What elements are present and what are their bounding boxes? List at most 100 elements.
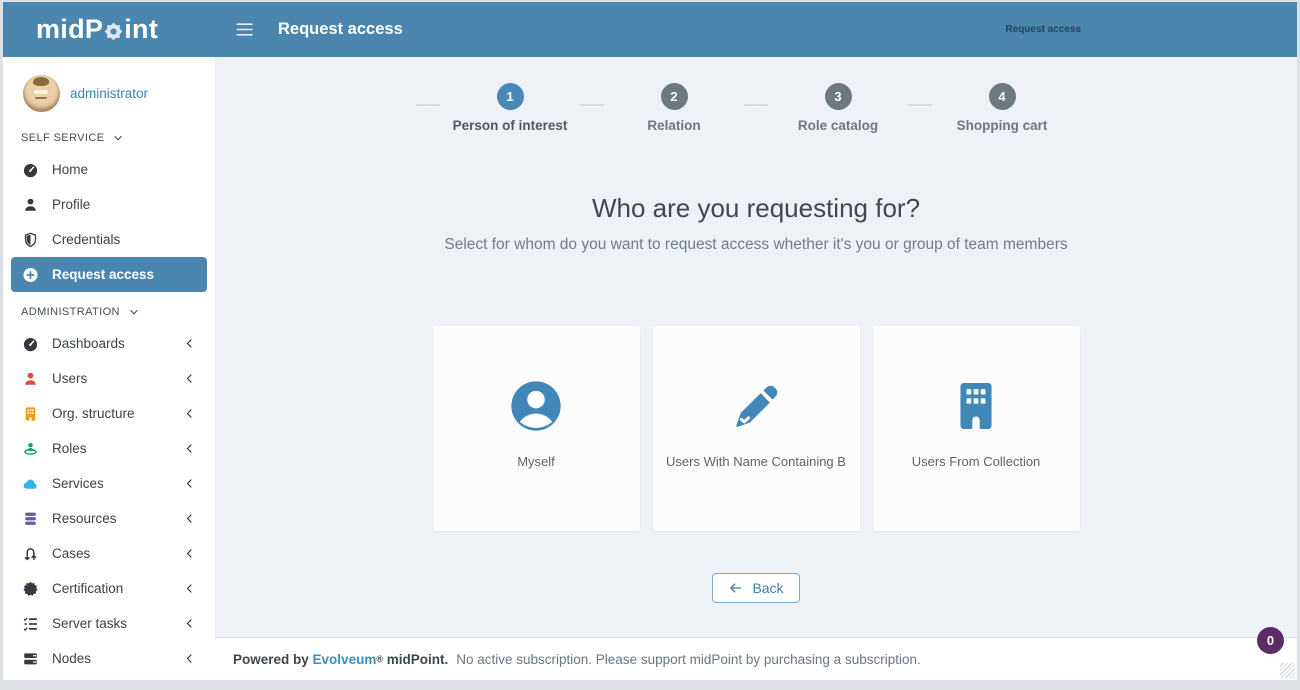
powered-by-label: Powered by (233, 652, 309, 667)
choice-tiles: Myself Users With Name Containing B User… (433, 326, 1080, 531)
arrow-left-icon (728, 581, 743, 595)
content-area: 1 Person of interest 2 Relation 3 Role c… (215, 57, 1297, 637)
step-label: Shopping cart (957, 118, 1048, 133)
sidebar-item-label: Nodes (52, 651, 91, 666)
step-number-badge: 2 (661, 83, 688, 110)
chevron-left-icon (184, 478, 195, 489)
header-icon[interactable] (1211, 21, 1230, 38)
sidebar-item[interactable]: Nodes (11, 641, 207, 676)
sidebar-item[interactable]: Dashboards (11, 326, 207, 361)
main-column: 1 Person of interest 2 Relation 3 Role c… (215, 57, 1297, 680)
sidebar-item[interactable]: Certification (11, 571, 207, 606)
question-heading: Who are you requesting for? (592, 193, 920, 224)
sidebar: administrator SELF SERVICE Home Profile (3, 57, 215, 680)
step-label: Relation (647, 118, 700, 133)
tile-label: Myself (507, 454, 565, 469)
sidebar-item[interactable]: Users (11, 361, 207, 396)
choice-tile[interactable]: Myself (433, 326, 640, 531)
resize-grip[interactable] (1280, 663, 1295, 678)
logo-area: midP int (3, 14, 215, 45)
sidebar-item-label: Resources (52, 511, 117, 526)
section-label: SELF SERVICE (21, 132, 104, 144)
sidebar-item[interactable]: Cases (11, 536, 207, 571)
page-title: Request access (278, 20, 403, 39)
chevron-left-icon (184, 583, 195, 594)
brand-product-label: midPoint. (387, 652, 449, 667)
chevron-left-icon (184, 653, 195, 664)
chevron-left-icon (184, 373, 195, 384)
chevron-down-icon (113, 133, 123, 143)
choice-tile[interactable]: Users With Name Containing B (653, 326, 860, 531)
user-panel[interactable]: administrator (3, 65, 215, 118)
choice-tile[interactable]: Users From Collection (873, 326, 1080, 531)
step-label: Role catalog (798, 118, 878, 133)
header-icon[interactable] (1168, 21, 1187, 38)
sidebar-item[interactable]: Org. structure (11, 396, 207, 431)
midpoint-logo[interactable]: midP int (36, 14, 158, 45)
gauge-icon (22, 162, 39, 178)
sidebar-item[interactable]: Profile (11, 187, 207, 222)
header-actions: Request access (1005, 21, 1297, 38)
database-icon (22, 511, 39, 527)
plus-circle-icon (22, 267, 39, 283)
shield-icon (22, 232, 39, 248)
route-icon (22, 546, 39, 562)
menu-icon[interactable] (235, 22, 254, 37)
step-number-badge: 4 (989, 83, 1016, 110)
header-icon[interactable] (1254, 21, 1273, 38)
sidebar-item[interactable]: Services (11, 466, 207, 501)
chevron-left-icon (184, 408, 195, 419)
tile-label: Users With Name Containing B (656, 454, 856, 469)
wizard-step[interactable]: 3 Role catalog (770, 83, 906, 133)
sidebar-item[interactable]: Server tasks (11, 606, 207, 641)
wizard-step[interactable]: 2 Relation (606, 83, 742, 133)
sidebar-item-label: Certification (52, 581, 123, 596)
logo-text-post: int (124, 14, 158, 45)
sidebar-item[interactable]: Credentials (11, 222, 207, 257)
sidebar-item-label: Request access (52, 267, 154, 282)
sidebar-item-label: Roles (52, 441, 87, 456)
sidebar-item-label: Profile (52, 197, 90, 212)
cloud-icon (22, 476, 39, 492)
tile-label: Users From Collection (902, 454, 1051, 469)
sidebar-item-label: Services (52, 476, 104, 491)
user-icon (22, 197, 39, 213)
header-icon[interactable] (1125, 21, 1144, 38)
back-button-label: Back (752, 580, 783, 596)
evolveum-link[interactable]: Evolveum (313, 652, 377, 667)
section-label: ADMINISTRATION (21, 306, 120, 318)
app-window: midP int Request access Request access a… (3, 2, 1297, 680)
sidebar-item-label: Cases (52, 546, 90, 561)
administration-menu: Dashboards Users Org. structure Roles (3, 326, 215, 676)
subscription-note: No active subscription. Please support m… (456, 652, 921, 667)
seal-icon (22, 581, 39, 597)
chevron-left-icon (184, 618, 195, 629)
sidebar-item[interactable]: Roles (11, 431, 207, 466)
sidebar-item[interactable]: Home (11, 152, 207, 187)
gauge-icon (22, 336, 39, 352)
avatar (23, 75, 60, 112)
body-row: administrator SELF SERVICE Home Profile (3, 57, 1297, 680)
sidebar-item-label: Home (52, 162, 88, 177)
building-large-icon (949, 379, 1003, 433)
breadcrumb[interactable]: Request access (1005, 24, 1081, 35)
user-circle-icon (509, 379, 563, 433)
sidebar-section-self-service[interactable]: SELF SERVICE (3, 118, 215, 152)
step-label: Person of interest (453, 118, 568, 133)
sidebar-section-administration[interactable]: ADMINISTRATION (3, 292, 215, 326)
sidebar-item-label: Dashboards (52, 336, 125, 351)
step-number-badge: 1 (497, 83, 524, 110)
sidebar-item-label: Org. structure (52, 406, 135, 421)
server-icon (22, 651, 39, 667)
wizard-step[interactable]: 4 Shopping cart (934, 83, 1070, 133)
sidebar-item[interactable]: Resources (11, 501, 207, 536)
cart-count-badge[interactable]: 0 (1257, 627, 1284, 654)
tasks-icon (22, 616, 39, 632)
sidebar-item[interactable]: Request access (11, 257, 207, 292)
back-button[interactable]: Back (712, 573, 799, 603)
top-navbar: midP int Request access Request access (3, 2, 1297, 57)
wizard-step[interactable]: 1 Person of interest (442, 83, 578, 133)
sidebar-item-label: Credentials (52, 232, 120, 247)
user-icon (22, 371, 39, 387)
registered-mark: ® (376, 654, 383, 664)
